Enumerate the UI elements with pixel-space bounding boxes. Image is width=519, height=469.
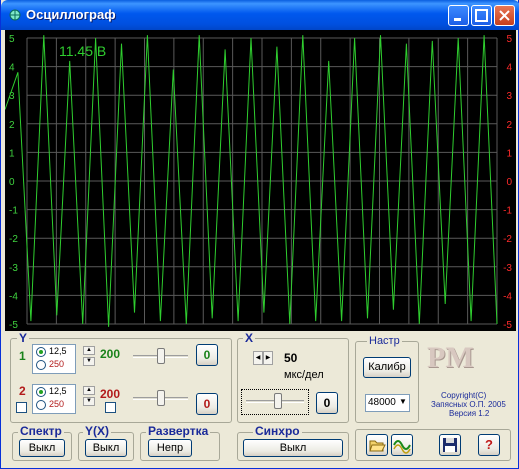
- sync-button[interactable]: Выкл: [243, 439, 343, 457]
- ch2-range-12-5-label: 12,5: [49, 386, 67, 396]
- ch2-range-250-radio[interactable]: [36, 400, 46, 410]
- x-timebase-unit: мкс/дел: [284, 369, 324, 381]
- spectrum-button[interactable]: Выкл: [19, 439, 65, 457]
- axis-tick-label: 0: [506, 177, 512, 188]
- axis-tick-label: -1: [9, 206, 18, 217]
- calibrate-button[interactable]: Калибр: [363, 357, 411, 378]
- minimize-icon: [454, 18, 461, 21]
- axis-tick-label: -2: [9, 234, 18, 245]
- sample-rate-value: 48000: [368, 397, 396, 408]
- ch2-range-250-label: 250: [49, 399, 65, 409]
- folder-open-icon: [369, 440, 386, 452]
- ch1-number: 1: [19, 349, 26, 363]
- help-button[interactable]: ?: [478, 434, 500, 456]
- ch1-range-250-label: 250: [49, 359, 65, 369]
- axis-tick-label: 1: [506, 148, 512, 159]
- ch2-invert-checkbox[interactable]: [105, 402, 116, 413]
- axis-tick-label: -5: [503, 320, 512, 331]
- oscilloscope-window: Осциллограф 5 4 3 2 1 0 -1 -2 -3 -4 -5 5 4 3 2 1 0 -1 -2 -…: [0, 0, 519, 469]
- axis-tick-label: 5: [506, 34, 512, 45]
- axis-tick-label: -2: [503, 234, 512, 245]
- x-position-slider[interactable]: [246, 392, 304, 412]
- minimize-button[interactable]: [448, 5, 469, 26]
- version-line: Версия 1.2: [449, 409, 490, 418]
- app-logo: PM: [427, 339, 474, 379]
- x-offset-button[interactable]: 0: [316, 392, 338, 414]
- title-bar: Осциллограф: [1, 0, 519, 30]
- axis-tick-label: 4: [9, 63, 15, 74]
- yx-label: Y(X): [83, 424, 111, 438]
- axis-tick-label: -3: [503, 263, 512, 274]
- axis-tick-label: 0: [9, 177, 15, 188]
- chevron-down-icon: ▼: [399, 397, 407, 406]
- spectrum-label: Спектр: [18, 424, 64, 438]
- ch1-gain-slider[interactable]: [133, 347, 188, 367]
- axis-tick-label: -1: [503, 206, 512, 217]
- ch1-down-button[interactable]: ▼: [83, 357, 95, 366]
- open-file-button[interactable]: [366, 434, 388, 456]
- sweep-label: Развертка: [146, 424, 211, 438]
- ch1-value: 200: [100, 347, 121, 361]
- ch1-offset-button[interactable]: 0: [196, 344, 218, 366]
- control-panel: Y 1 12,5 250 ▲ ▼ 200 0 2 12,5 250 ▲ ▼ 20…: [5, 331, 516, 465]
- floppy-disk-icon: [443, 438, 457, 452]
- maximize-button[interactable]: [471, 5, 492, 26]
- ch2-range-12-5-radio[interactable]: [36, 387, 46, 397]
- wave-button[interactable]: [391, 434, 413, 456]
- axis-tick-label: -4: [9, 291, 18, 302]
- oscilloscope-display: 5 4 3 2 1 0 -1 -2 -3 -4 -5 5 4 3 2 1 0 -1 -2 -3 -4 -5 11.45 …: [5, 30, 516, 331]
- logo-text: PM: [427, 341, 474, 374]
- settings-group-label: Настр: [367, 335, 402, 347]
- x-left-button[interactable]: ◀: [253, 351, 263, 365]
- x-timebase-value: 50: [284, 351, 298, 365]
- sync-label: Синхро: [253, 424, 302, 438]
- author-line: Запясных О.П. 2005: [431, 400, 506, 409]
- right-axis-ticks: 5 4 3 2 1 0 -1 -2 -3 -4 -5: [503, 34, 512, 331]
- app-icon: [9, 9, 21, 21]
- ch2-number: 2: [19, 384, 26, 398]
- maximize-icon: [475, 9, 488, 22]
- ch2-gain-slider[interactable]: [133, 389, 188, 409]
- ch1-up-button[interactable]: ▲: [83, 346, 95, 355]
- ch1-range-250-radio[interactable]: [36, 360, 46, 370]
- voltage-readout: 11.45 В: [59, 43, 106, 59]
- sample-rate-select[interactable]: 48000 ▼: [365, 394, 410, 412]
- ch1-range-12-5-label: 12,5: [49, 346, 67, 356]
- ch2-offset-button[interactable]: 0: [196, 393, 218, 415]
- window-title: Осциллограф: [26, 7, 116, 22]
- close-icon: [499, 10, 510, 21]
- axis-tick-label: -3: [9, 263, 18, 274]
- close-button[interactable]: [494, 5, 515, 26]
- ch2-enable-checkbox[interactable]: [16, 402, 27, 413]
- axis-tick-label: 4: [506, 63, 512, 74]
- x-right-button[interactable]: ▶: [263, 351, 273, 365]
- axis-tick-label: -4: [503, 291, 512, 302]
- left-axis-ticks: 543210-1-2-3-4-5: [9, 34, 18, 331]
- axis-tick-label: 1: [9, 148, 15, 159]
- x-group-label: X: [243, 331, 256, 345]
- axis-tick-label: -5: [9, 320, 18, 331]
- axis-tick-label: 5: [9, 34, 15, 45]
- ch1-range-12-5-radio[interactable]: [36, 347, 46, 357]
- copyright-line: Copyright(C): [441, 391, 487, 400]
- axis-tick-label: 2: [506, 120, 512, 131]
- y-group-label: Y: [17, 331, 30, 345]
- ch2-down-button[interactable]: ▼: [83, 397, 95, 406]
- sine-wave-icon: [393, 440, 411, 454]
- sweep-button[interactable]: Непр: [148, 439, 192, 457]
- yx-button[interactable]: Выкл: [85, 439, 127, 457]
- save-button[interactable]: [439, 434, 461, 456]
- axis-tick-label: 3: [506, 91, 512, 102]
- axis-tick-label: 2: [9, 120, 15, 131]
- ch2-value: 200: [100, 387, 121, 401]
- ch2-up-button[interactable]: ▲: [83, 386, 95, 395]
- question-mark-icon: ?: [485, 437, 493, 452]
